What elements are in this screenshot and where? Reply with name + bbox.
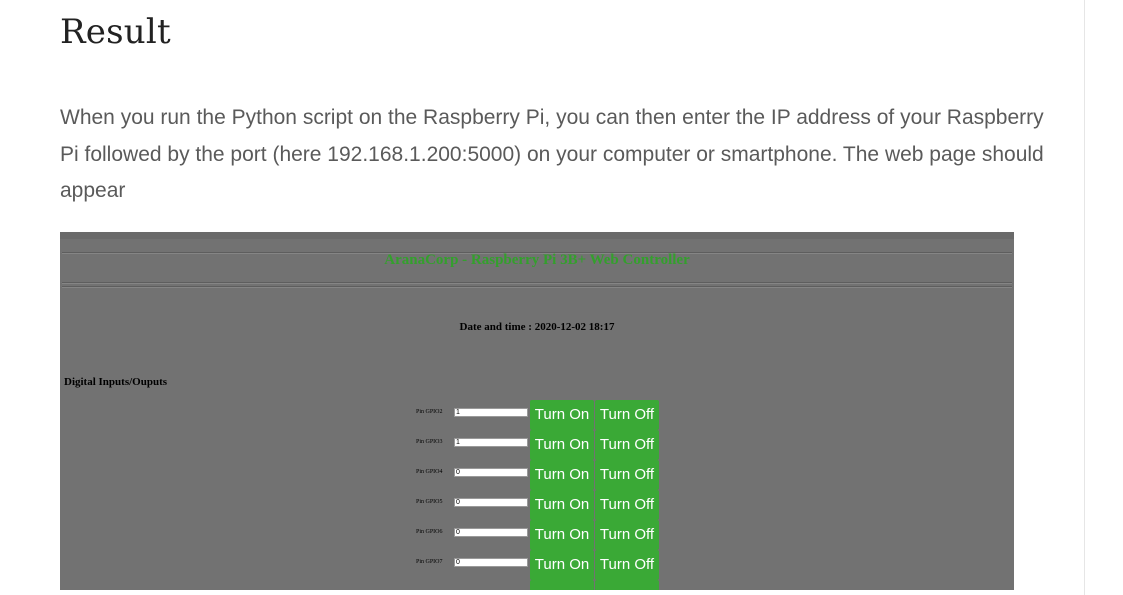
- digital-io-label: Digital Inputs/Ouputs: [64, 376, 168, 388]
- pin-value-field[interactable]: [454, 558, 528, 567]
- pin-row-partial: [60, 580, 1014, 590]
- pin-label: Pin GPIO4: [416, 469, 443, 475]
- turn-on-button[interactable]: [530, 580, 594, 590]
- turn-on-button[interactable]: Turn On: [530, 460, 594, 490]
- sidebar-divider: [1084, 0, 1085, 595]
- turn-off-button[interactable]: Turn Off: [595, 520, 659, 550]
- pin-row: Pin GPIO5 Turn On Turn Off: [60, 490, 1014, 520]
- pin-row: Pin GPIO4 Turn On Turn Off: [60, 460, 1014, 490]
- turn-on-button[interactable]: Turn On: [530, 550, 594, 580]
- pin-value-field[interactable]: [454, 528, 528, 537]
- turn-on-button[interactable]: Turn On: [530, 520, 594, 550]
- turn-off-button[interactable]: Turn Off: [595, 460, 659, 490]
- article-paragraph: When you run the Python script on the Ra…: [60, 106, 1044, 202]
- pin-row: Pin GPIO3 Turn On Turn Off: [60, 430, 1014, 460]
- turn-off-button[interactable]: [595, 580, 659, 590]
- turn-off-button[interactable]: Turn Off: [595, 400, 659, 430]
- turn-on-button[interactable]: Turn On: [530, 490, 594, 520]
- pin-label: Pin GPIO5: [416, 499, 443, 505]
- article-page: Result When you run the Python script on…: [0, 0, 1123, 595]
- turn-off-button[interactable]: Turn Off: [595, 430, 659, 460]
- turn-off-button[interactable]: Turn Off: [595, 550, 659, 580]
- pin-row: Pin GPIO2 Turn On Turn Off: [60, 400, 1014, 430]
- pin-value-field[interactable]: [454, 408, 528, 417]
- turn-off-button[interactable]: Turn Off: [595, 490, 659, 520]
- title-divider-bottom: [62, 282, 1012, 284]
- pin-value-field[interactable]: [454, 438, 528, 447]
- screenshot-top-band: [60, 232, 1014, 239]
- pin-row: Pin GPIO6 Turn On Turn Off: [60, 520, 1014, 550]
- pin-label: Pin GPIO7: [416, 559, 443, 565]
- web-controller-screenshot: AranaCorp - Raspberry Pi 3B+ Web Control…: [60, 232, 1014, 590]
- pin-row: Pin GPIO7 Turn On Turn Off: [60, 550, 1014, 580]
- title-divider-bottom-2: [62, 286, 1012, 288]
- pin-label: Pin GPIO2: [416, 409, 443, 415]
- date-time-text: Date and time : 2020-12-02 18:17: [459, 321, 615, 333]
- pin-value-field[interactable]: [454, 468, 528, 477]
- turn-on-button[interactable]: Turn On: [530, 430, 594, 460]
- pin-value-field[interactable]: [454, 498, 528, 507]
- pin-label: Pin GPIO3: [416, 439, 443, 445]
- section-heading: Result: [60, 12, 171, 52]
- controller-title: AranaCorp - Raspberry Pi 3B+ Web Control…: [384, 252, 690, 268]
- turn-on-button[interactable]: Turn On: [530, 400, 594, 430]
- pin-label: Pin GPIO6: [416, 529, 443, 535]
